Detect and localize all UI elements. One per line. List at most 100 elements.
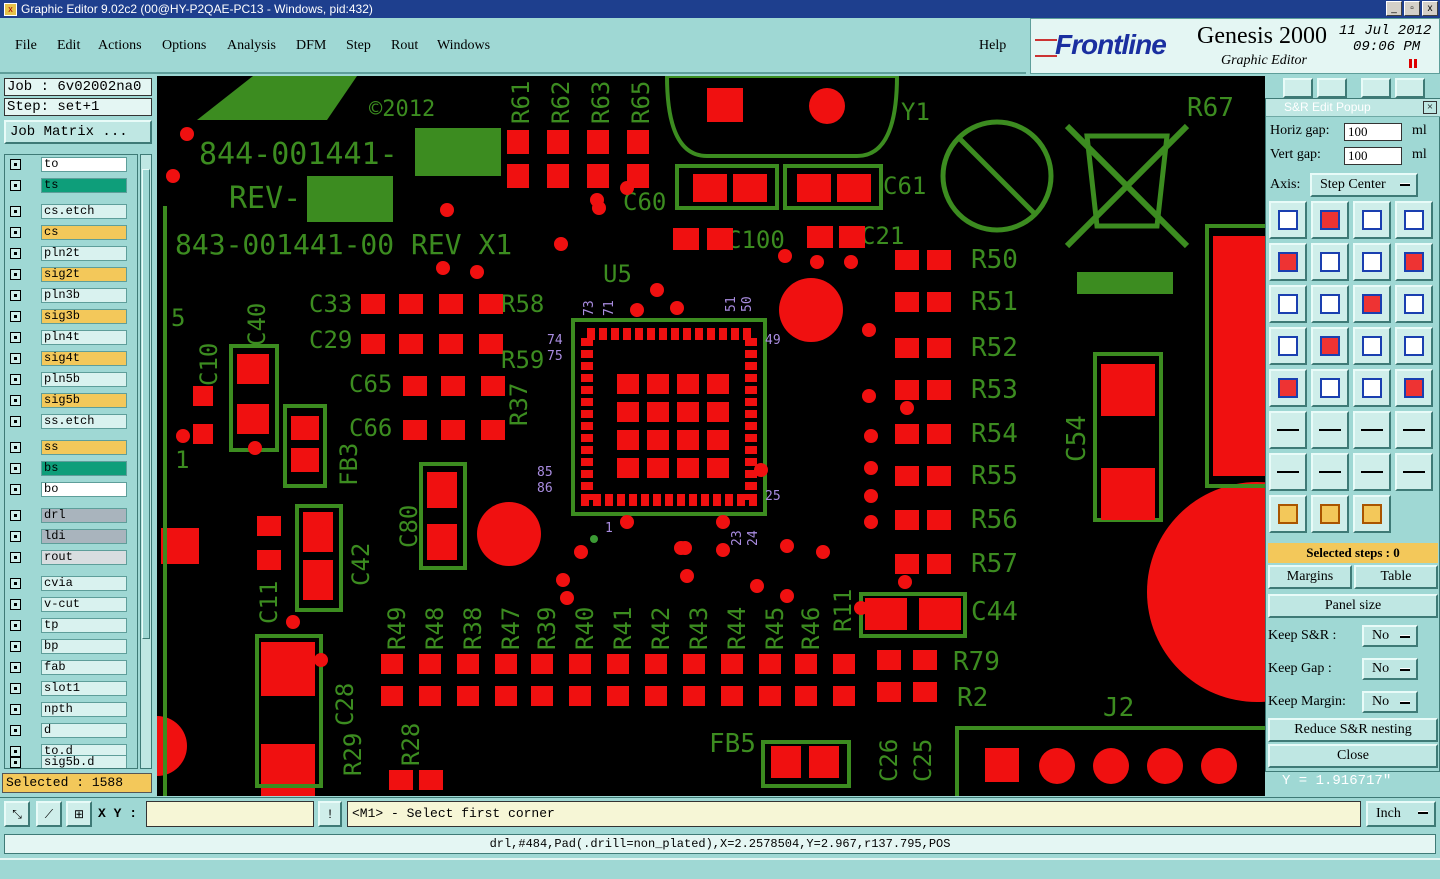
toolbar-button-3[interactable]	[1361, 78, 1391, 98]
stack-col-icon[interactable]	[1269, 369, 1307, 407]
layer-list-scrollbar[interactable]	[140, 154, 152, 769]
layer-row-tp[interactable]: tp	[7, 618, 127, 633]
layer-visibility-checkbox[interactable]	[10, 248, 21, 259]
layer-name[interactable]: ss	[41, 440, 127, 455]
layer-visibility-checkbox[interactable]	[10, 484, 21, 495]
reduce-nesting-button[interactable]: Reduce S&R nesting	[1268, 718, 1438, 742]
mirror-step-icon[interactable]	[1269, 285, 1307, 323]
job-matrix-button[interactable]: Job Matrix ...	[4, 120, 152, 144]
move-step-icon[interactable]	[1269, 243, 1307, 281]
edit-tool-2-icon[interactable]	[1353, 495, 1391, 533]
keep-gap-select[interactable]: No	[1362, 658, 1418, 680]
layer-row-pln4t[interactable]: pln4t	[7, 330, 127, 345]
swap-step-icon[interactable]	[1353, 285, 1391, 323]
menu-actions[interactable]: Actions	[98, 38, 142, 54]
layer-visibility-checkbox[interactable]	[10, 206, 21, 217]
layer-name[interactable]: cvia	[41, 576, 127, 591]
layer-row-d[interactable]: d	[7, 723, 127, 738]
layer-visibility-checkbox[interactable]	[10, 180, 21, 191]
alert-icon[interactable]: !	[318, 801, 342, 827]
layer-visibility-checkbox[interactable]	[10, 552, 21, 563]
move-right-icon[interactable]	[1311, 411, 1349, 449]
menu-windows[interactable]: Windows	[437, 38, 490, 54]
layer-name[interactable]: drl	[41, 508, 127, 523]
layer-visibility-checkbox[interactable]	[10, 374, 21, 385]
layer-name[interactable]: pln2t	[41, 246, 127, 261]
layer-row-sig2t[interactable]: sig2t	[7, 267, 127, 282]
popup-close-icon[interactable]: ×	[1423, 101, 1437, 114]
layer-name[interactable]: to	[41, 157, 127, 172]
layer-visibility-checkbox[interactable]	[10, 510, 21, 521]
layer-visibility-checkbox[interactable]	[10, 311, 21, 322]
layer-visibility-checkbox[interactable]	[10, 757, 21, 768]
stack-right-icon[interactable]	[1395, 369, 1433, 407]
layer-visibility-checkbox[interactable]	[10, 269, 21, 280]
layer-visibility-checkbox[interactable]	[10, 578, 21, 589]
layer-row-bp[interactable]: bp	[7, 639, 127, 654]
flip-step-icon[interactable]	[1311, 285, 1349, 323]
expand-h-icon[interactable]	[1269, 453, 1307, 491]
toolbar-button-1[interactable]	[1283, 78, 1313, 98]
layer-name[interactable]: rout	[41, 550, 127, 565]
layer-visibility-checkbox[interactable]	[10, 416, 21, 427]
layer-row-ldi[interactable]: ldi	[7, 529, 127, 544]
layer-row-cs[interactable]: cs	[7, 225, 127, 240]
pcb-view[interactable]: 844-001441- REV- 843-001441-00 REV X1 ©2012…	[157, 76, 1265, 796]
align-right-col-icon[interactable]	[1311, 327, 1349, 365]
layer-visibility-checkbox[interactable]	[10, 641, 21, 652]
toolbar-button-4[interactable]	[1395, 78, 1425, 98]
menu-file[interactable]: File	[15, 38, 37, 54]
menu-dfm[interactable]: DFM	[296, 38, 326, 54]
layer-name[interactable]: pln4t	[41, 330, 127, 345]
layer-row-ts[interactable]: ts	[7, 178, 127, 193]
layer-name[interactable]: d	[41, 723, 127, 738]
layer-name[interactable]: sig5b.d	[41, 755, 127, 768]
move-left-icon[interactable]	[1269, 411, 1307, 449]
array-mixed-icon[interactable]	[1353, 201, 1391, 239]
shrink-h-icon[interactable]	[1353, 453, 1391, 491]
axis-select[interactable]: Step Center	[1310, 173, 1418, 197]
layer-visibility-checkbox[interactable]	[10, 227, 21, 238]
minimize-button[interactable]: _	[1386, 1, 1402, 16]
layer-row-pln2t[interactable]: pln2t	[7, 246, 127, 261]
table-button[interactable]: Table	[1354, 565, 1438, 589]
menu-help[interactable]: Help	[979, 38, 1006, 54]
layer-visibility-checkbox[interactable]	[10, 662, 21, 673]
layer-visibility-checkbox[interactable]	[10, 620, 21, 631]
align-left-col-icon[interactable]	[1269, 327, 1307, 365]
array-3x3-icon[interactable]	[1395, 201, 1433, 239]
array-2x2-icon[interactable]	[1269, 201, 1307, 239]
horiz-gap-input[interactable]: 100	[1344, 123, 1402, 141]
layer-name[interactable]: fab	[41, 660, 127, 675]
close-popup-button[interactable]: Close	[1268, 744, 1438, 768]
layer-name[interactable]: sig5b	[41, 393, 127, 408]
layer-visibility-checkbox[interactable]	[10, 395, 21, 406]
xy-input[interactable]	[146, 801, 314, 827]
layer-row-drl[interactable]: drl	[7, 508, 127, 523]
panel-size-button[interactable]: Panel size	[1268, 594, 1438, 618]
layer-name[interactable]: cs	[41, 225, 127, 240]
vert-gap-input[interactable]: 100	[1344, 147, 1402, 165]
menu-rout[interactable]: Rout	[391, 38, 418, 54]
layer-visibility-checkbox[interactable]	[10, 290, 21, 301]
layer-name[interactable]: ldi	[41, 529, 127, 544]
layer-row-ss[interactable]: ss	[7, 440, 127, 455]
layer-name[interactable]: npth	[41, 702, 127, 717]
layer-name[interactable]: sig4t	[41, 351, 127, 366]
scale-step-icon[interactable]	[1311, 243, 1349, 281]
layer-visibility-checkbox[interactable]	[10, 159, 21, 170]
layer-row-cvia[interactable]: cvia	[7, 576, 127, 591]
layer-name[interactable]: pln3b	[41, 288, 127, 303]
delete-step-icon[interactable]	[1395, 243, 1433, 281]
layer-row-sig3b[interactable]: sig3b	[7, 309, 127, 324]
layer-row-sig5b.d[interactable]: sig5b.d	[7, 755, 127, 768]
keep-margin-select[interactable]: No	[1362, 691, 1418, 713]
rotate-arrow-icon[interactable]	[1395, 285, 1433, 323]
measure-icon[interactable]: ⟋	[36, 801, 62, 827]
layer-name[interactable]: sig3b	[41, 309, 127, 324]
array-selected-icon[interactable]	[1311, 201, 1349, 239]
graphics-canvas[interactable]: 844-001441- REV- 843-001441-00 REV X1 ©2012…	[157, 76, 1265, 796]
layer-name[interactable]: sig2t	[41, 267, 127, 282]
units-select[interactable]: Inch	[1366, 801, 1436, 827]
layer-row-bs[interactable]: bs	[7, 461, 127, 476]
